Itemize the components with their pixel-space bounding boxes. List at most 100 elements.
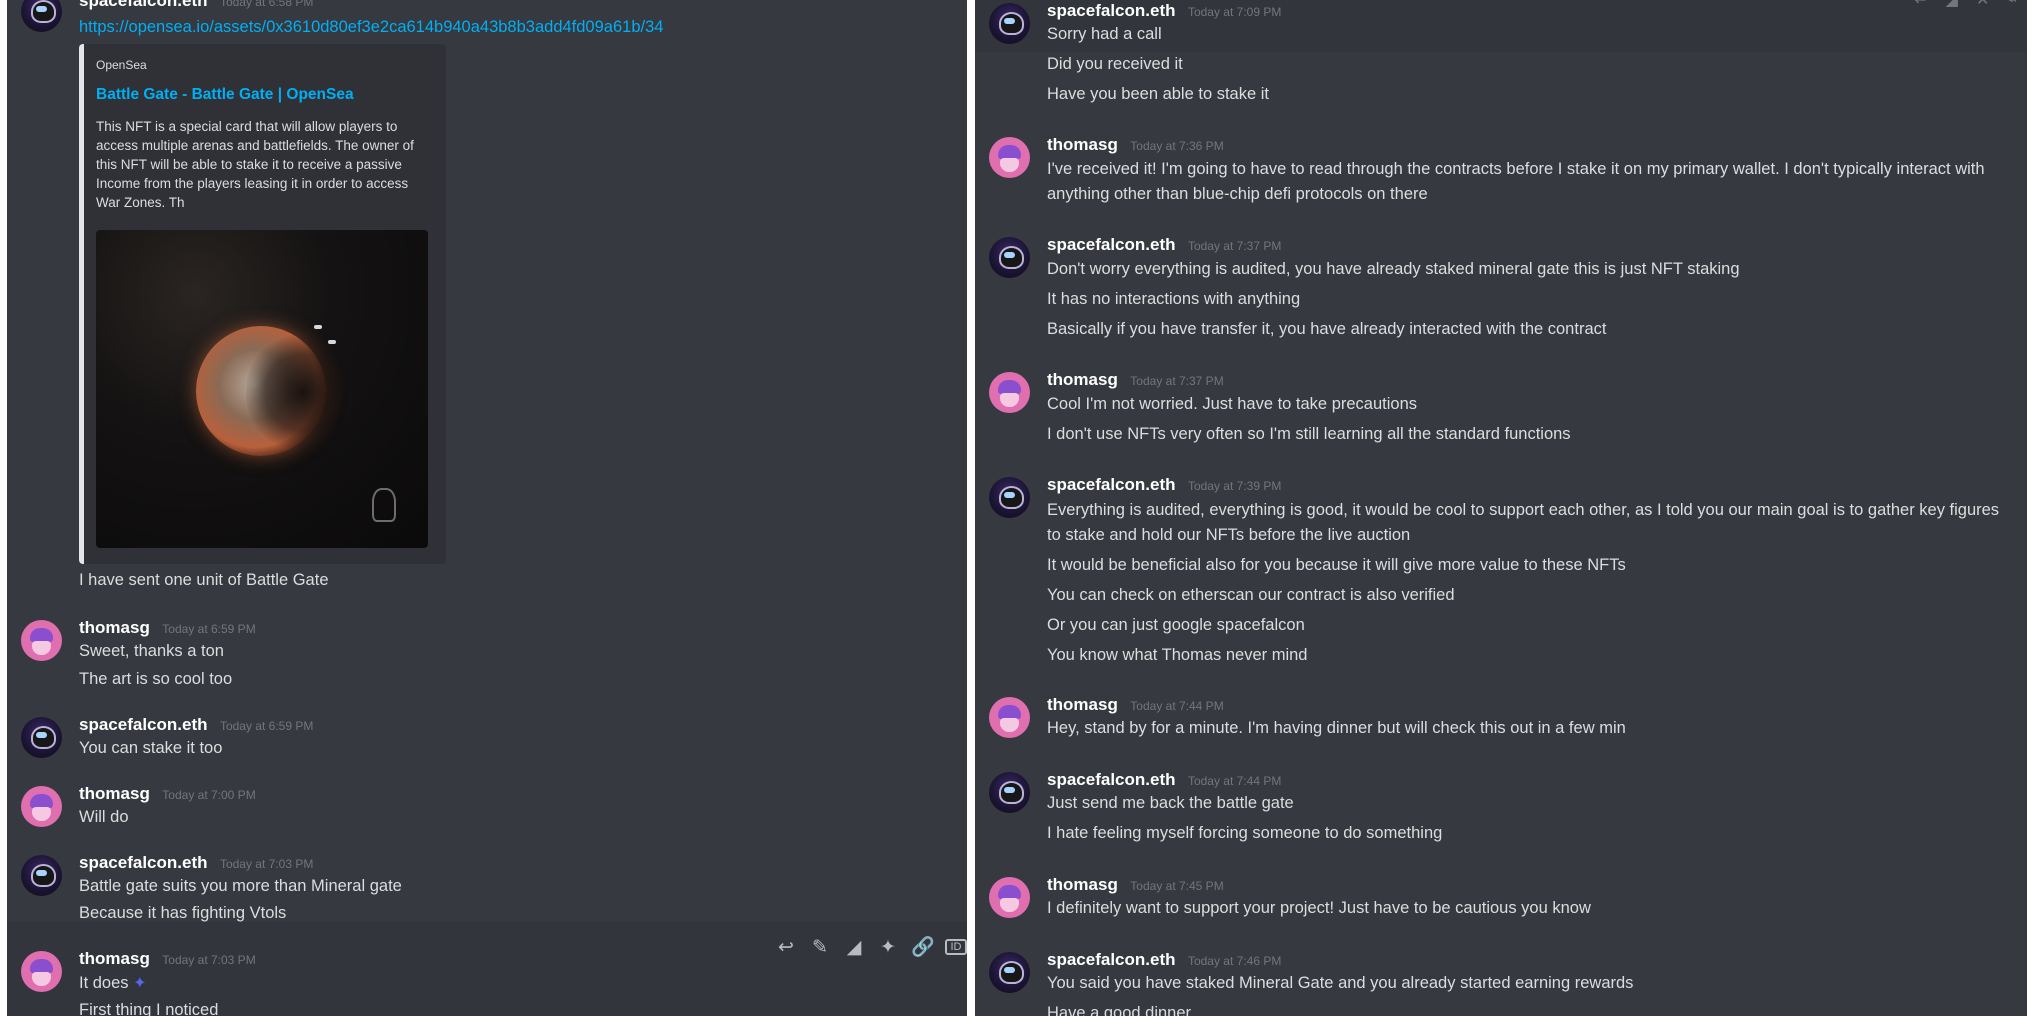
reply-icon[interactable]: ↩ <box>775 936 797 959</box>
message-text: It has no interactions with anything <box>1047 290 1301 308</box>
username[interactable]: thomasg <box>1047 135 1118 154</box>
message-text: It would be beneficial also for you beca… <box>1047 556 1626 574</box>
tag-icon[interactable]: ◢ <box>843 936 865 959</box>
timestamp: Today at 7:09 PM <box>1187 5 1282 19</box>
link-embed: OpenSea Battle Gate - Battle Gate | Open… <box>79 44 446 564</box>
avatar[interactable] <box>21 620 62 661</box>
avatar[interactable] <box>989 137 1030 178</box>
message-text: You can stake it too <box>79 739 223 757</box>
watermark-icon <box>372 488 396 522</box>
timestamp: Today at 7:03 PM <box>162 953 256 967</box>
avatar[interactable] <box>21 855 62 896</box>
embed-description: This NFT is a special card that will all… <box>96 119 414 210</box>
avatar[interactable] <box>989 877 1030 918</box>
avatar[interactable] <box>989 3 1030 44</box>
edit-icon[interactable]: ✎ <box>809 936 831 959</box>
avatar[interactable] <box>21 717 62 758</box>
username[interactable]: spacefalcon.eth <box>79 0 208 10</box>
avatar[interactable] <box>21 786 62 827</box>
link-icon[interactable]: ⌁ <box>2007 0 2017 10</box>
link-icon[interactable]: 🔗 <box>911 935 935 959</box>
message-header: thomasg Today at 6:59 PM <box>79 618 256 638</box>
message-header: thomasg Today at 7:44 PM <box>1047 695 1224 715</box>
username[interactable]: spacefalcon.eth <box>1047 475 1176 494</box>
message-text: You said you have staked Mineral Gate an… <box>1047 974 1634 992</box>
message-text: You know what Thomas never mind <box>1047 646 1308 664</box>
avatar[interactable] <box>989 772 1030 813</box>
timestamp: Today at 7:46 PM <box>1187 954 1282 968</box>
message-link[interactable]: https://opensea.io/assets/0x3610d80ef3e2… <box>79 18 663 37</box>
message-text: Sorry had a call <box>1047 25 1162 43</box>
timestamp: Today at 7:37 PM <box>1130 374 1224 388</box>
timestamp: Today at 7:00 PM <box>162 788 256 802</box>
timestamp: Today at 7:39 PM <box>1187 479 1282 493</box>
timestamp: Today at 7:45 PM <box>1130 879 1224 893</box>
message-header: thomasg Today at 7:03 PM <box>79 949 256 969</box>
username[interactable]: thomasg <box>1047 695 1118 714</box>
embed-provider: OpenSea <box>96 58 147 72</box>
username[interactable]: spacefalcon.eth <box>1047 770 1176 789</box>
chat-pane-left: spacefalcon.eth Today at 6:58 PM https:/… <box>7 0 967 1016</box>
message-text: You can check on etherscan our contract … <box>1047 586 1455 604</box>
message-text: Just send me back the battle gate <box>1047 794 1294 812</box>
message-text: Battle gate suits you more than Mineral … <box>79 877 402 895</box>
username[interactable]: spacefalcon.eth <box>79 853 208 872</box>
pin-icon[interactable]: ✦ <box>877 936 899 959</box>
message-header: spacefalcon.eth Today at 6:58 PM <box>79 0 313 11</box>
copy-id-icon[interactable]: ID <box>945 939 967 955</box>
message-text: Have you been able to stake it <box>1047 85 1269 103</box>
timestamp: Today at 6:58 PM <box>219 0 314 9</box>
username[interactable]: spacefalcon.eth <box>1047 1 1176 20</box>
message-header: thomasg Today at 7:37 PM <box>1047 370 1224 390</box>
username[interactable]: thomasg <box>1047 875 1118 894</box>
message-text: Basically if you have transfer it, you h… <box>1047 320 1607 338</box>
message-header: spacefalcon.eth Today at 7:39 PM <box>1047 475 1281 495</box>
ship-icon <box>328 340 336 344</box>
username[interactable]: thomasg <box>79 618 150 637</box>
timestamp: Today at 7:36 PM <box>1130 139 1224 153</box>
message-text: Hey, stand by for a minute. I'm having d… <box>1047 719 1626 737</box>
message-text: I hate feeling myself forcing someone to… <box>1047 824 1443 842</box>
username[interactable]: thomasg <box>1047 370 1118 389</box>
message-header: spacefalcon.eth Today at 7:09 PM <box>1047 1 1281 21</box>
timestamp: Today at 7:03 PM <box>219 857 314 871</box>
message-text: Have a good dinner <box>1047 1004 1192 1016</box>
message-text-content: It does <box>79 974 129 992</box>
timestamp: Today at 7:44 PM <box>1130 699 1224 713</box>
message-text: Did you received it <box>1047 55 1183 73</box>
message-header: spacefalcon.eth Today at 7:46 PM <box>1047 950 1281 970</box>
avatar[interactable] <box>989 237 1030 278</box>
avatar[interactable] <box>21 951 62 992</box>
message-header: thomasg Today at 7:00 PM <box>79 784 256 804</box>
message-header: thomasg Today at 7:45 PM <box>1047 875 1224 895</box>
message-text: I've received it! I'm going to have to r… <box>1047 160 1985 203</box>
username[interactable]: spacefalcon.eth <box>1047 235 1176 254</box>
embed-image[interactable] <box>96 230 428 548</box>
message-text: I don't use NFTs very often so I'm still… <box>1047 425 1571 443</box>
message-text: It does ✦ <box>79 973 147 993</box>
close-icon[interactable]: ✕ <box>1976 0 1989 10</box>
tag-icon[interactable]: ◢ <box>1946 0 1958 10</box>
message-text: Because it has fighting Vtols <box>79 904 287 922</box>
message-text: I definitely want to support your projec… <box>1047 899 1591 917</box>
message-text: Will do <box>79 808 129 826</box>
avatar[interactable] <box>989 477 1030 518</box>
avatar[interactable] <box>21 0 62 32</box>
username[interactable]: spacefalcon.eth <box>1047 950 1176 969</box>
timestamp: Today at 6:59 PM <box>219 719 314 733</box>
timestamp: Today at 7:37 PM <box>1187 239 1282 253</box>
avatar[interactable] <box>989 952 1030 993</box>
timestamp: Today at 6:59 PM <box>162 622 256 636</box>
username[interactable]: spacefalcon.eth <box>79 715 208 734</box>
message-text: Don't worry everything is audited, you h… <box>1047 260 1740 278</box>
message-text: Or you can just google spacefalcon <box>1047 616 1305 634</box>
message-header: spacefalcon.eth Today at 6:59 PM <box>79 715 313 735</box>
reply-icon[interactable]: ↩ <box>1914 0 1927 10</box>
timestamp: Today at 7:44 PM <box>1187 774 1282 788</box>
embed-title[interactable]: Battle Gate - Battle Gate | OpenSea <box>96 86 354 104</box>
avatar[interactable] <box>989 372 1030 413</box>
username[interactable]: thomasg <box>79 949 150 968</box>
message-group: spacefalcon.eth Today at 6:58 PM https:/… <box>7 0 967 591</box>
avatar[interactable] <box>989 697 1030 738</box>
username[interactable]: thomasg <box>79 784 150 803</box>
